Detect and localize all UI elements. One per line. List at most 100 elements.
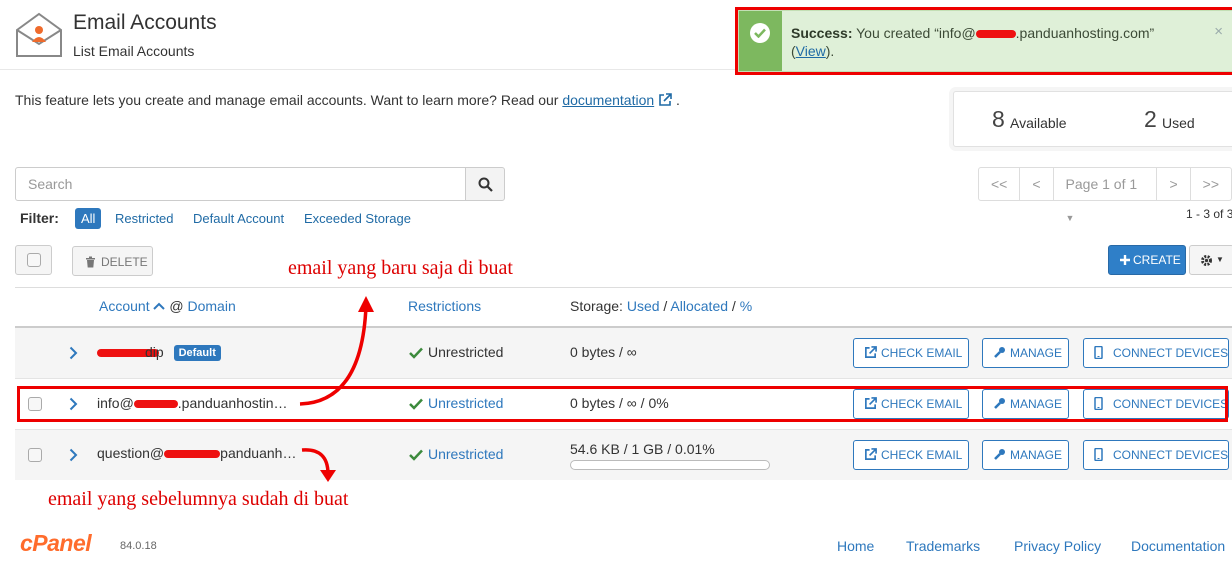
caret-down-icon: ▼ <box>1216 255 1224 264</box>
intro-sentence: This feature lets you create and manage … <box>15 92 563 108</box>
delete-button[interactable]: DELETE <box>72 246 153 276</box>
page-select-label: Page 1 of 1 <box>1065 176 1138 192</box>
search-button[interactable] <box>465 167 505 201</box>
storage-progress-bar <box>570 460 770 470</box>
account-name-prefix: question@ <box>97 445 165 461</box>
search-input[interactable] <box>15 167 466 201</box>
redaction-mark <box>164 450 221 459</box>
filter-label: Filter: <box>20 210 59 226</box>
documentation-link[interactable]: documentation <box>562 92 654 108</box>
used-count: 2 <box>1144 106 1157 132</box>
email-accounts-app-icon <box>15 10 63 58</box>
pagination: << < Page 1 of 1 ▼ > >> <box>978 167 1232 223</box>
restriction-status[interactable]: Unrestricted <box>409 446 503 462</box>
version-number: 84.0.18 <box>120 540 157 552</box>
annotation-arrow-down <box>301 448 336 482</box>
intro-period: . <box>675 92 680 108</box>
header-slash: / <box>663 298 668 314</box>
sort-allocated-link[interactable]: Allocated <box>670 298 728 314</box>
restriction-label: Unrestricted <box>428 446 504 462</box>
footer-link-home[interactable]: Home <box>837 538 874 554</box>
account-quota-box: 8 Available 2 Used <box>953 91 1232 147</box>
used-label: Used <box>1162 115 1195 131</box>
filter-exceeded-storage[interactable]: Exceeded Storage <box>298 208 417 229</box>
table-top-divider <box>15 287 1232 288</box>
footer-link-trademarks[interactable]: Trademarks <box>906 538 980 554</box>
column-header-restrictions[interactable]: Restrictions <box>408 298 481 314</box>
account-name: question@ panduanh… <box>97 445 296 461</box>
page-select[interactable]: Page 1 of 1 ▼ <box>1054 168 1158 223</box>
check-email-button[interactable]: CHECK EMAIL <box>853 338 969 368</box>
restriction-status: Unrestricted <box>409 344 503 360</box>
manage-button[interactable]: MANAGE <box>982 338 1069 368</box>
column-header-account[interactable]: Account @ Domain <box>99 298 236 314</box>
result-range: 1 - 3 of 3 <box>1186 207 1232 221</box>
chevron-right-icon[interactable] <box>69 448 78 462</box>
annotation-highlight-alert <box>735 7 1232 75</box>
storage-header-label: Storage: <box>570 298 623 314</box>
available-count: 8 <box>992 106 1005 132</box>
footer-link-documentation[interactable]: Documentation <box>1131 538 1225 554</box>
row-checkbox[interactable] <box>28 448 42 462</box>
table-row: dip Default Unrestricted 0 bytes / ∞ CHE… <box>15 328 1232 378</box>
connect-devices-button[interactable]: CONNECT DEVICES <box>1083 440 1229 470</box>
cpanel-logo[interactable]: cPanel <box>20 530 92 557</box>
check-email-label: CHECK EMAIL <box>881 346 963 360</box>
footer-link-privacy-policy[interactable]: Privacy Policy <box>1014 538 1101 554</box>
create-button[interactable]: CREATE <box>1108 245 1186 275</box>
column-header-storage: Storage: Used / Allocated / % <box>570 298 752 314</box>
sort-domain-link[interactable]: Domain <box>187 298 235 314</box>
header-slash: / <box>731 298 736 314</box>
next-page-button[interactable]: > <box>1157 168 1191 200</box>
manage-button[interactable]: MANAGE <box>982 440 1069 470</box>
sort-percent-link[interactable]: % <box>740 298 752 314</box>
connect-devices-button[interactable]: CONNECT DEVICES <box>1083 338 1229 368</box>
mobile-icon <box>1094 345 1103 360</box>
search-icon <box>478 177 493 192</box>
annotation-previous-email: email yang sebelumnya sudah di buat <box>48 488 349 510</box>
intro-text: This feature lets you create and manage … <box>15 92 680 108</box>
storage-usage: 0 bytes / ∞ <box>570 344 637 360</box>
first-page-button[interactable]: << <box>979 168 1021 200</box>
connect-devices-label: CONNECT DEVICES <box>1113 448 1229 462</box>
page-title: Email Accounts <box>73 11 217 34</box>
table-row: question@ panduanh… Unrestricted 54.6 KB … <box>15 430 1232 480</box>
annotation-new-email: email yang baru saja di buat <box>288 257 513 279</box>
settings-dropdown-button[interactable]: ▼ <box>1189 245 1232 275</box>
plus-icon <box>1120 255 1130 265</box>
last-page-button[interactable]: >> <box>1191 168 1231 200</box>
account-name-suffix: panduanh… <box>220 445 297 461</box>
mobile-icon <box>1094 447 1103 462</box>
manage-label: MANAGE <box>1010 346 1063 360</box>
gear-icon <box>1201 255 1212 266</box>
manage-label: MANAGE <box>1010 448 1063 462</box>
wrench-icon <box>994 347 1005 358</box>
at-separator: @ <box>169 298 184 314</box>
create-label: CREATE <box>1133 253 1181 267</box>
sort-account-link[interactable]: Account <box>99 298 150 314</box>
select-all-checkbox[interactable] <box>15 245 52 275</box>
trash-icon <box>86 256 95 268</box>
connect-devices-label: CONNECT DEVICES <box>1113 346 1229 360</box>
filter-default-account[interactable]: Default Account <box>187 208 290 229</box>
sort-restrictions-link[interactable]: Restrictions <box>408 298 481 314</box>
caret-down-icon: ▼ <box>1065 213 1075 223</box>
chevron-right-icon[interactable] <box>69 346 78 360</box>
check-email-label: CHECK EMAIL <box>881 448 963 462</box>
account-name: dip Default <box>97 344 221 361</box>
external-link-icon[interactable] <box>658 93 672 107</box>
check-icon <box>409 347 423 359</box>
check-icon <box>409 449 423 461</box>
sort-used-link[interactable]: Used <box>627 298 660 314</box>
external-link-icon <box>865 346 877 358</box>
annotation-arrow-up <box>299 296 374 406</box>
external-link-icon <box>865 448 877 460</box>
check-email-button[interactable]: CHECK EMAIL <box>853 440 969 470</box>
sort-ascending-icon <box>153 302 166 310</box>
available-label: Available <box>1010 115 1067 131</box>
filter-restricted[interactable]: Restricted <box>109 208 180 229</box>
filter-all[interactable]: All <box>75 208 102 229</box>
prev-page-button[interactable]: < <box>1020 168 1054 200</box>
storage-usage: 54.6 KB / 1 GB / 0.01% <box>570 441 715 457</box>
wrench-icon <box>994 449 1005 460</box>
